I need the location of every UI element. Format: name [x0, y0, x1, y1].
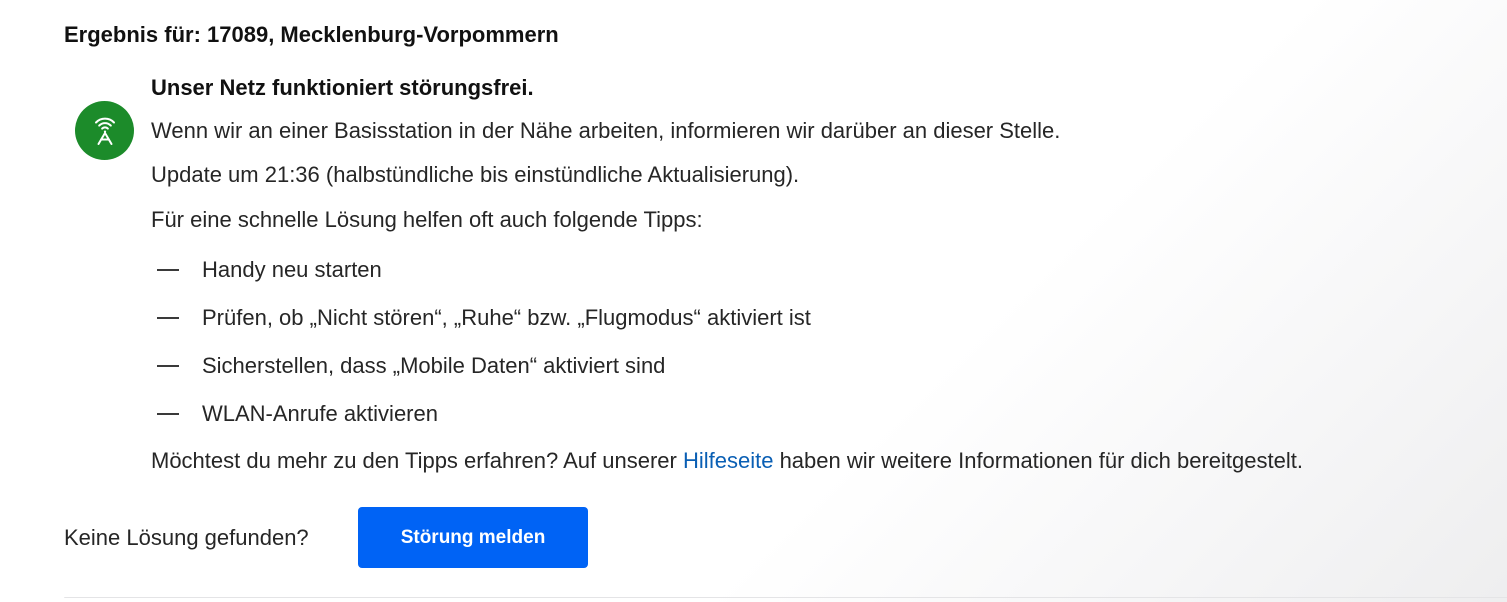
result-heading: Ergebnis für: 17089, Mecklenburg-Vorpomm…	[64, 22, 559, 47]
update-timestamp: Update um 21:36 (halbstündliche bis eins…	[151, 162, 800, 187]
tip-item: Sicherstellen, dass „Mobile Daten“ aktiv…	[157, 351, 665, 381]
antenna-tower-icon	[75, 101, 134, 160]
more-info-suffix: haben wir weitere Informationen für dich…	[773, 448, 1303, 473]
dash-bullet-icon	[157, 365, 179, 367]
no-solution-label: Keine Lösung gefunden?	[64, 525, 309, 550]
more-info-text: Möchtest du mehr zu den Tipps erfahren? …	[151, 448, 1303, 474]
tips-intro: Für eine schnelle Lösung helfen oft auch…	[151, 207, 703, 232]
dash-bullet-icon	[157, 317, 179, 319]
tip-text: Sicherstellen, dass „Mobile Daten“ aktiv…	[202, 353, 666, 378]
status-description: Wenn wir an einer Basisstation in der Nä…	[151, 118, 1061, 143]
help-page-link[interactable]: Hilfeseite	[683, 448, 773, 473]
dash-bullet-icon	[157, 269, 179, 271]
tip-item: Handy neu starten	[157, 255, 382, 285]
tip-text: Prüfen, ob „Nicht stören“, „Ruhe“ bzw. „…	[202, 305, 811, 330]
dash-bullet-icon	[157, 413, 179, 415]
status-title: Unser Netz funktioniert störungsfrei.	[151, 75, 534, 100]
more-info-prefix: Möchtest du mehr zu den Tipps erfahren? …	[151, 448, 683, 473]
tip-text: WLAN-Anrufe aktivieren	[202, 401, 438, 426]
report-outage-button[interactable]: Störung melden	[358, 507, 588, 568]
tip-item: WLAN-Anrufe aktivieren	[157, 399, 438, 429]
section-divider	[64, 597, 1507, 598]
tip-text: Handy neu starten	[202, 257, 382, 282]
tip-item: Prüfen, ob „Nicht stören“, „Ruhe“ bzw. „…	[157, 303, 811, 333]
